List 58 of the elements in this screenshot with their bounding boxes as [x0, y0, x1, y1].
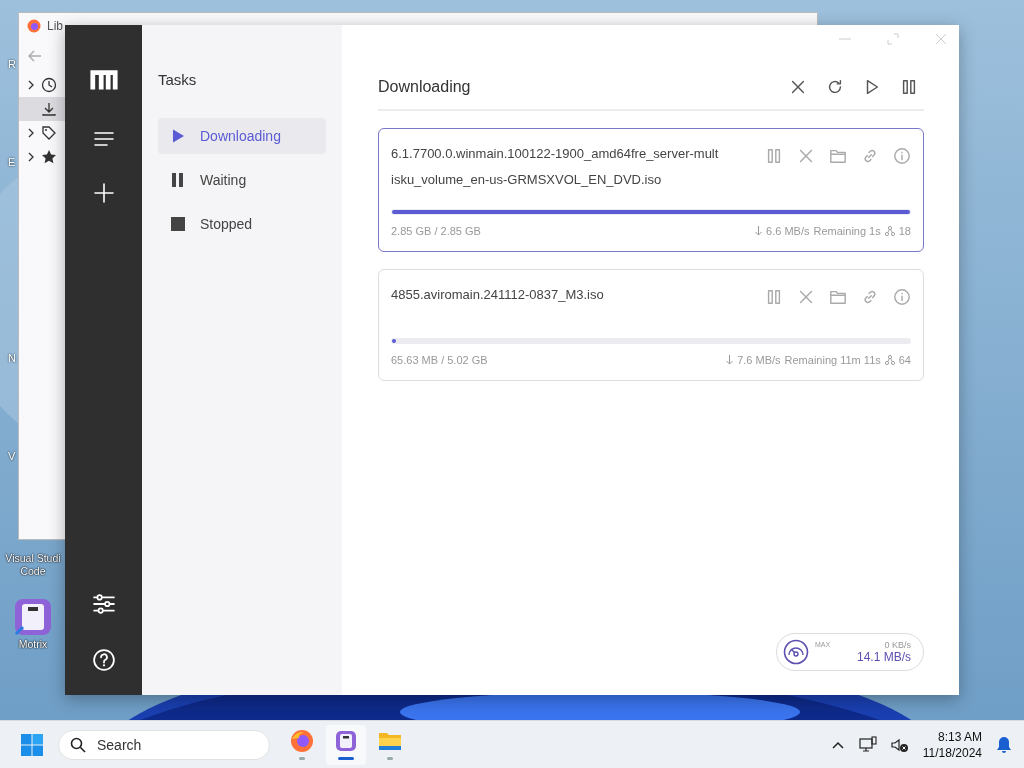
browser-icon	[27, 19, 41, 33]
network-icon[interactable]	[858, 735, 877, 754]
bell-icon[interactable]	[996, 735, 1012, 754]
upload-speed: 0 KB/s	[884, 640, 911, 650]
speed-text: 6.6 MB/s	[766, 225, 810, 237]
download-arrow-icon	[726, 355, 734, 365]
size-text: 2.85 GB / 2.85 GB	[391, 225, 481, 237]
pause-icon[interactable]	[900, 78, 918, 96]
pause-icon	[170, 172, 186, 188]
speedometer-icon	[783, 639, 809, 665]
window-title: Lib	[47, 19, 63, 33]
nav-item[interactable]: Stopped	[158, 206, 326, 242]
peers-icon	[884, 355, 895, 365]
connections-count: 18	[898, 225, 911, 237]
chevron-icon[interactable]	[27, 152, 35, 162]
search-field[interactable]: Search	[58, 729, 270, 760]
desktop-icon-label: Motrix	[18, 638, 48, 651]
size-text: 65.63 MB / 5.02 GB	[391, 354, 488, 366]
remaining-text: Remaining 1s	[813, 225, 881, 237]
tag-icon	[41, 125, 57, 141]
stop-icon	[170, 216, 186, 232]
download-arrow-icon	[755, 226, 763, 236]
peers-icon	[884, 226, 895, 236]
app-icon[interactable]	[334, 729, 358, 753]
connections-count: 64	[898, 354, 911, 366]
desktop-icon-label: R	[8, 58, 16, 70]
desktop-icon-label: Visual Studi Code	[5, 552, 61, 578]
browser-icon[interactable]	[290, 729, 314, 753]
chevron-icon[interactable]	[27, 128, 35, 138]
plus-icon[interactable]	[93, 183, 114, 203]
nav-item[interactable]: Downloading	[158, 118, 326, 154]
close-icon[interactable]	[789, 78, 807, 96]
menu-icon[interactable]	[93, 129, 114, 149]
star-icon	[41, 149, 57, 165]
download-speed: 14.1 MB/s	[856, 650, 911, 664]
nav-item[interactable]: Waiting	[158, 162, 326, 198]
clock-icon	[41, 77, 57, 93]
desktop-icon-label: E	[8, 156, 16, 168]
clock-date[interactable]: 11/18/2024	[922, 744, 982, 761]
remaining-text: Remaining 11m 11s	[784, 354, 881, 366]
download-icon	[41, 101, 57, 117]
file-name: 6.1.7700.0.winmain.100122-1900_amd64fre_server-multisku_volume_en-us-GRMSXVOL_EN_DVD.iso	[391, 145, 720, 189]
panel-title: Tasks	[158, 71, 198, 88]
speed-text: 7.6 MB/s	[737, 354, 781, 366]
page-title: Downloading	[378, 78, 471, 96]
desktop-icon-label: N	[8, 352, 16, 364]
refresh-icon[interactable]	[826, 78, 844, 96]
file-name: 4855.aviromain.241112-0837_M3.iso	[391, 286, 605, 304]
help-icon[interactable]	[92, 649, 115, 671]
desktop-icon-label: V	[8, 450, 16, 462]
chevron-up-icon[interactable]	[830, 739, 845, 750]
clock-time[interactable]: 8:13 AM	[937, 728, 982, 745]
search-icon	[70, 736, 86, 753]
sliders-icon[interactable]	[92, 593, 115, 615]
app-icon[interactable]	[14, 598, 52, 636]
play-icon	[170, 128, 186, 144]
start-icon[interactable]	[20, 732, 44, 757]
chevron-icon[interactable]	[27, 80, 35, 90]
